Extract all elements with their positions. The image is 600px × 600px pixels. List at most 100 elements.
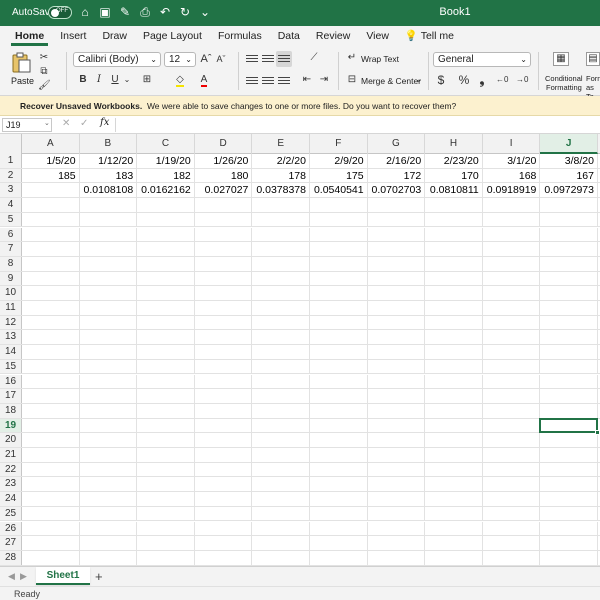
cell-a4[interactable] [22, 198, 80, 212]
cell-a8[interactable] [22, 256, 80, 271]
cell-c1[interactable]: 1/19/20 [137, 154, 195, 168]
row-header[interactable]: 14 [0, 345, 22, 359]
align-top-icon[interactable] [246, 55, 258, 65]
cell-i25[interactable] [483, 506, 541, 521]
cell-h28[interactable] [425, 550, 483, 565]
cell-b18[interactable] [80, 403, 138, 418]
cell-j8[interactable] [540, 256, 598, 271]
row-header[interactable]: 18 [0, 403, 22, 418]
percent-button[interactable]: % [458, 74, 470, 86]
cell-c23[interactable] [137, 477, 195, 492]
cell-h2[interactable]: 170 [425, 168, 483, 183]
row-header[interactable]: 23 [0, 477, 22, 492]
cell-d5[interactable] [195, 212, 253, 227]
cell-c27[interactable] [137, 536, 195, 550]
cut-icon[interactable]: ✂ [38, 52, 50, 64]
cell-a3[interactable] [22, 183, 80, 198]
copy-icon[interactable]: ⧉ [38, 66, 50, 78]
cell-b6[interactable] [80, 227, 138, 242]
cell-f26[interactable] [310, 521, 368, 536]
cell-a15[interactable] [22, 359, 80, 374]
cell-i19[interactable] [483, 418, 541, 433]
cell-d19[interactable] [195, 418, 253, 433]
conditional-formatting-label-1[interactable]: Conditional [545, 74, 583, 83]
cell-j9[interactable] [540, 271, 598, 286]
cell-a19[interactable] [22, 418, 80, 433]
cell-i22[interactable] [483, 462, 541, 477]
cell-i1[interactable]: 3/1/20 [483, 154, 541, 168]
cell-a20[interactable] [22, 433, 80, 447]
row-header[interactable]: 10 [0, 286, 22, 300]
cell-f9[interactable] [310, 271, 368, 286]
cell-c24[interactable] [137, 492, 195, 506]
cell-c6[interactable] [137, 227, 195, 242]
cell-i10[interactable] [483, 286, 541, 300]
cell-e13[interactable] [252, 330, 310, 345]
cell-j27[interactable] [540, 536, 598, 550]
row-header[interactable]: 3 [0, 183, 22, 198]
row-header[interactable]: 25 [0, 506, 22, 521]
cell-a11[interactable] [22, 301, 80, 315]
infobar-title[interactable]: Recover Unsaved Workbooks. [20, 101, 142, 111]
cell-h22[interactable] [425, 462, 483, 477]
check-icon[interactable]: ✓ [80, 118, 88, 129]
formula-input[interactable] [115, 118, 597, 132]
row-header[interactable]: 21 [0, 448, 22, 462]
cell-h11[interactable] [425, 301, 483, 315]
cell-c26[interactable] [137, 521, 195, 536]
column-header-b[interactable]: B [80, 134, 138, 154]
cell-b8[interactable] [80, 256, 138, 271]
cell-j6[interactable] [540, 227, 598, 242]
cell-j23[interactable] [540, 477, 598, 492]
cell-e2[interactable]: 178 [252, 168, 310, 183]
tab-review[interactable]: Review [308, 26, 358, 46]
cell-a17[interactable] [22, 389, 80, 403]
cell-b12[interactable] [80, 315, 138, 330]
cell-g13[interactable] [368, 330, 426, 345]
cell-f8[interactable] [310, 256, 368, 271]
column-header-f[interactable]: F [310, 134, 368, 154]
cell-a28[interactable] [22, 550, 80, 565]
cell-i2[interactable]: 168 [483, 168, 541, 183]
cell-d8[interactable] [195, 256, 253, 271]
cell-e8[interactable] [252, 256, 310, 271]
cell-g1[interactable]: 2/16/20 [368, 154, 426, 168]
comma-button[interactable]: ❟ [476, 74, 488, 86]
row-header[interactable]: 9 [0, 271, 22, 286]
tell-me[interactable]: 💡 Tell me [397, 26, 462, 46]
cell-c14[interactable] [137, 345, 195, 359]
row-header[interactable]: 24 [0, 492, 22, 506]
decrease-indent-icon[interactable]: ⇤ [301, 74, 313, 86]
cell-b2[interactable]: 183 [80, 168, 138, 183]
cell-b15[interactable] [80, 359, 138, 374]
cell-i28[interactable] [483, 550, 541, 565]
cell-e18[interactable] [252, 403, 310, 418]
cell-f12[interactable] [310, 315, 368, 330]
font-name-select[interactable]: Calibri (Body) ⌄ [73, 52, 161, 67]
format-as-table-icon[interactable]: ▤ [586, 52, 600, 66]
cell-a16[interactable] [22, 374, 80, 389]
cell-c13[interactable] [137, 330, 195, 345]
cell-i8[interactable] [483, 256, 541, 271]
cell-j19[interactable] [540, 418, 598, 433]
orientation-icon[interactable]: ⟋ [308, 52, 320, 64]
cell-b23[interactable] [80, 477, 138, 492]
row-header[interactable]: 8 [0, 256, 22, 271]
cell-d9[interactable] [195, 271, 253, 286]
cell-b9[interactable] [80, 271, 138, 286]
cell-b25[interactable] [80, 506, 138, 521]
cell-f1[interactable]: 2/9/20 [310, 154, 368, 168]
cell-i7[interactable] [483, 242, 541, 256]
add-sheet-button[interactable]: + [95, 569, 103, 584]
chevron-down-icon[interactable]: ⌄ [413, 74, 425, 86]
fill-color-icon[interactable]: ◇ [174, 74, 186, 87]
cell-a7[interactable] [22, 242, 80, 256]
cell-b10[interactable] [80, 286, 138, 300]
cell-c9[interactable] [137, 271, 195, 286]
row-header[interactable]: 1 [0, 154, 22, 168]
cell-e15[interactable] [252, 359, 310, 374]
cell-b22[interactable] [80, 462, 138, 477]
cell-c7[interactable] [137, 242, 195, 256]
cell-j15[interactable] [540, 359, 598, 374]
cell-h1[interactable]: 2/23/20 [425, 154, 483, 168]
